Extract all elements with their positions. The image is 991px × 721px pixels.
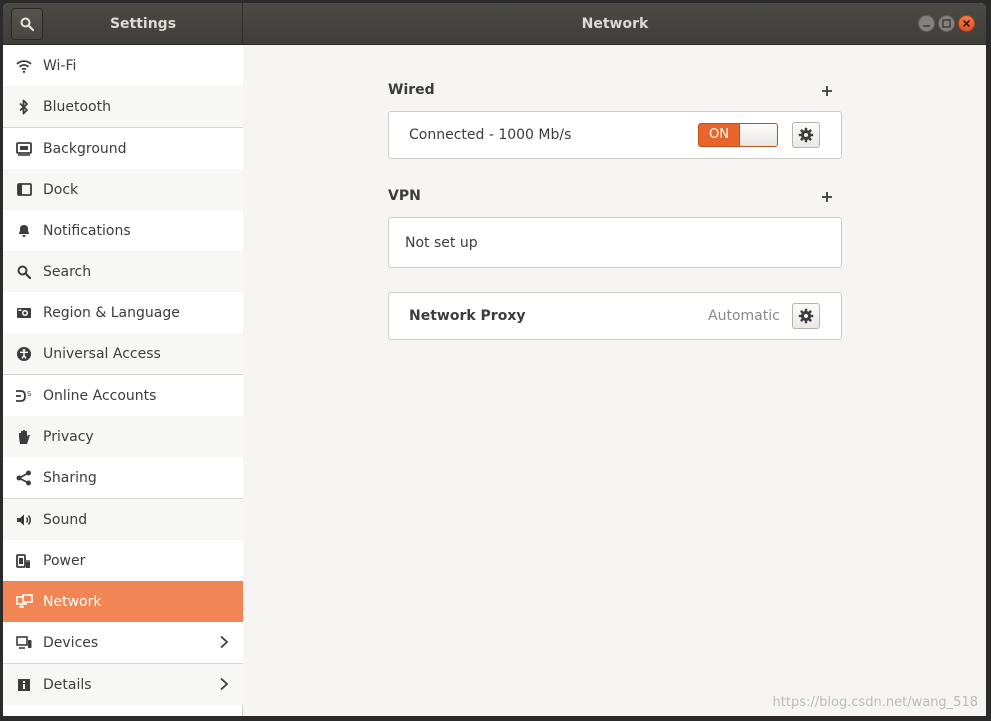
proxy-settings-button[interactable] — [792, 303, 820, 329]
wired-card: Connected - 1000 Mb/s ON — [388, 111, 842, 159]
sidebar-item-label: Search — [43, 263, 92, 280]
sidebar-item-label: Dock — [43, 181, 79, 198]
accessibility-icon — [3, 333, 43, 374]
sidebar-item-label: Bluetooth — [43, 98, 111, 115]
sidebar-item-label: Privacy — [43, 428, 94, 445]
hand-icon — [3, 416, 43, 457]
search-icon — [3, 251, 43, 292]
sidebar-item-label: Power — [43, 552, 86, 569]
bluetooth-icon — [3, 86, 43, 127]
gear-icon — [798, 308, 814, 324]
sidebar-item-universal-access[interactable]: Universal Access — [3, 333, 243, 374]
sidebar-item-label: Background — [43, 140, 127, 157]
speaker-icon — [3, 499, 43, 540]
sidebar-item-power[interactable]: Power — [3, 540, 243, 581]
watermark: https://blog.csdn.net/wang_518 — [772, 695, 978, 710]
sidebar-item-label: Wi-Fi — [43, 57, 77, 74]
close-button[interactable] — [958, 15, 975, 32]
network-proxy-label: Network Proxy — [409, 308, 526, 324]
sidebar-item-wifi[interactable]: Wi-Fi — [3, 45, 243, 86]
search-icon — [20, 17, 34, 31]
sidebar-item-label: Sharing — [43, 469, 97, 486]
sidebar-item-details[interactable]: Details — [3, 664, 243, 705]
sidebar-item-label: Devices — [43, 634, 99, 651]
sidebar-item-dock[interactable]: Dock — [3, 169, 243, 210]
devices-icon — [3, 622, 43, 663]
sidebar-item-label: Network — [43, 593, 102, 610]
sidebar-item-devices[interactable]: Devices — [3, 622, 243, 663]
sidebar-item-label: Online Accounts — [43, 387, 157, 404]
sidebar-item-label: Region & Language — [43, 304, 180, 321]
share-icon — [3, 457, 43, 498]
sidebar-item-search[interactable]: Search — [3, 251, 243, 292]
online-accounts-icon: S — [3, 375, 43, 416]
power-plug-icon — [3, 540, 43, 581]
wired-settings-button[interactable] — [792, 122, 820, 148]
svg-text:S: S — [27, 390, 32, 398]
network-proxy-value: Automatic — [708, 308, 780, 324]
sidebar-item-label: Universal Access — [43, 345, 161, 362]
add-wired-button[interactable] — [820, 84, 834, 98]
sidebar-item-label: Notifications — [43, 222, 131, 239]
wired-toggle[interactable]: ON — [698, 123, 778, 147]
sidebar-header: Settings — [3, 3, 243, 45]
maximize-button[interactable] — [938, 15, 955, 32]
toggle-on-label: ON — [709, 127, 729, 142]
vpn-card: Not set up — [388, 217, 842, 268]
sidebar: Wi-Fi Bluetooth Background Dock Notifica… — [3, 45, 243, 716]
window-controls — [918, 15, 975, 32]
sidebar-item-bluetooth[interactable]: Bluetooth — [3, 86, 243, 127]
sidebar-title: Settings — [109, 16, 177, 32]
sidebar-item-sound[interactable]: Sound — [3, 499, 243, 540]
sidebar-item-region-language[interactable]: Region & Language — [3, 292, 243, 333]
close-icon — [962, 19, 971, 28]
sidebar-item-label: Sound — [43, 511, 88, 528]
sidebar-item-network[interactable]: Network — [3, 581, 243, 622]
bell-icon — [3, 210, 43, 251]
search-button[interactable] — [11, 8, 43, 40]
details-icon — [3, 664, 43, 705]
chevron-right-icon — [220, 677, 229, 691]
vpn-status: Not set up — [405, 235, 478, 251]
minimize-button[interactable] — [918, 15, 935, 32]
maximize-icon — [942, 19, 951, 28]
background-icon — [3, 128, 43, 169]
sidebar-item-label: Details — [43, 676, 92, 693]
wifi-icon — [3, 45, 43, 86]
vpn-section-title: VPN — [388, 188, 421, 204]
gear-icon — [798, 127, 814, 143]
wired-section-title: Wired — [388, 82, 435, 98]
sidebar-item-notifications[interactable]: Notifications — [3, 210, 243, 251]
network-icon — [3, 581, 43, 622]
sidebar-item-privacy[interactable]: Privacy — [3, 416, 243, 457]
toggle-knob — [739, 124, 777, 146]
settings-window: Settings Network Wi-Fi Bluetooth Backgro… — [3, 3, 986, 716]
page-title: Network — [581, 16, 649, 32]
chevron-right-icon — [220, 635, 229, 649]
minimize-icon — [923, 25, 930, 27]
dock-icon — [3, 169, 43, 210]
wired-status: Connected - 1000 Mb/s — [409, 127, 572, 143]
sidebar-item-background[interactable]: Background — [3, 128, 243, 169]
add-vpn-button[interactable] — [820, 190, 834, 204]
sidebar-item-sharing[interactable]: Sharing — [3, 457, 243, 498]
sidebar-item-online-accounts[interactable]: S Online Accounts — [3, 375, 243, 416]
camera-icon — [3, 292, 43, 333]
header-bar: Settings Network — [3, 3, 986, 45]
network-proxy-card[interactable]: Network Proxy Automatic — [388, 292, 842, 340]
